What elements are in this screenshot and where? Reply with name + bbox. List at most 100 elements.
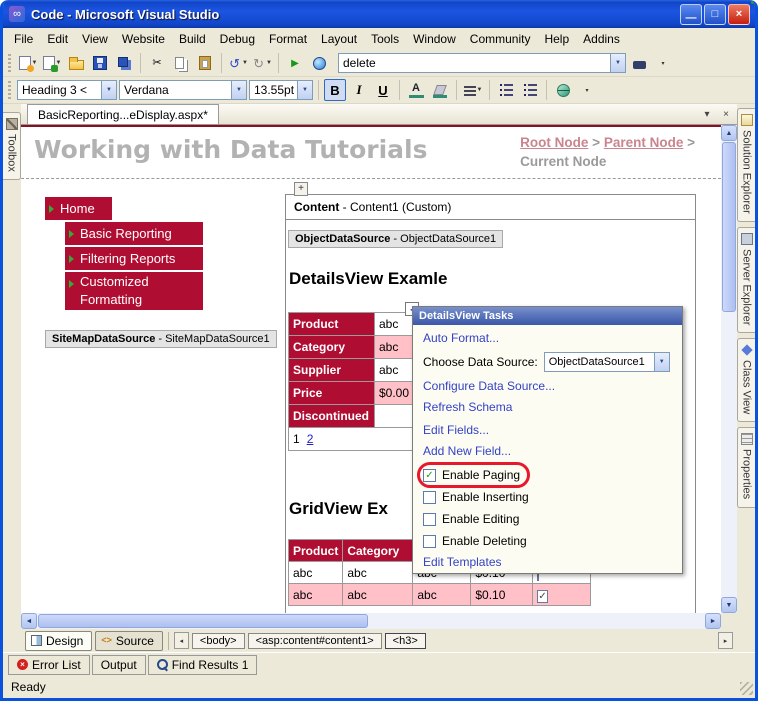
horizontal-scroll-thumb[interactable] bbox=[38, 614, 368, 628]
highlight-button[interactable] bbox=[429, 79, 451, 101]
chevron-down-icon[interactable]: ▼ bbox=[231, 81, 246, 99]
document-tab[interactable]: BasicReporting...eDisplay.aspx* bbox=[27, 104, 219, 124]
menu-layout[interactable]: Layout bbox=[314, 29, 364, 49]
minimize-button[interactable]: — bbox=[680, 3, 702, 25]
menu-debug[interactable]: Debug bbox=[213, 29, 262, 49]
enable-editing-checkbox[interactable] bbox=[423, 512, 436, 526]
style-combobox[interactable]: Heading 3 < ▼ bbox=[17, 80, 117, 100]
italic-button[interactable]: I bbox=[348, 79, 370, 101]
enable-inserting-checkbox[interactable] bbox=[423, 490, 436, 504]
hyperlink-button[interactable] bbox=[552, 79, 574, 101]
undo-button[interactable]: ↺ ▼ bbox=[227, 52, 249, 74]
bullet-list-button[interactable] bbox=[519, 79, 541, 101]
cut-button[interactable]: ✂ bbox=[146, 52, 168, 74]
paste-button[interactable] bbox=[194, 52, 216, 74]
chevron-down-icon[interactable]: ▼ bbox=[610, 54, 625, 72]
font-combobox[interactable]: Verdana ▼ bbox=[119, 80, 247, 100]
design-view-tab[interactable]: Design bbox=[25, 630, 93, 651]
edit-templates-link[interactable]: Edit Templates bbox=[423, 555, 672, 569]
enable-paging-checkbox[interactable]: ✓ bbox=[423, 468, 436, 482]
find-results-tab[interactable]: Find Results 1 bbox=[147, 654, 258, 675]
menu-addins[interactable]: Addins bbox=[576, 29, 627, 49]
toolbar-overflow-button[interactable]: ▾ bbox=[652, 52, 674, 74]
document-list-dropdown[interactable]: ▾ bbox=[700, 109, 714, 120]
solution-explorer-tab[interactable]: Solution Explorer bbox=[737, 108, 755, 222]
scroll-down-button[interactable]: ▼ bbox=[721, 597, 737, 613]
refresh-schema-link[interactable]: Refresh Schema bbox=[423, 400, 672, 414]
nav-item-filtering-reports[interactable]: Filtering Reports bbox=[65, 247, 203, 270]
copy-button[interactable] bbox=[170, 52, 192, 74]
tag-asp-content-button[interactable]: <asp:content#content1> bbox=[247, 632, 382, 649]
menu-help[interactable]: Help bbox=[537, 29, 576, 49]
view-in-browser-button[interactable] bbox=[308, 52, 330, 74]
edit-fields-link[interactable]: Edit Fields... bbox=[423, 423, 672, 437]
alignment-button[interactable]: ▼ bbox=[462, 79, 484, 101]
menu-edit[interactable]: Edit bbox=[40, 29, 75, 49]
maximize-button[interactable]: □ bbox=[704, 3, 726, 25]
error-list-tab[interactable]: × Error List bbox=[8, 654, 90, 675]
enable-deleting-checkbox[interactable] bbox=[423, 534, 436, 548]
menu-window[interactable]: Window bbox=[406, 29, 463, 49]
scroll-up-button[interactable]: ▲ bbox=[721, 125, 737, 141]
numbered-list-button[interactable] bbox=[495, 79, 517, 101]
font-color-button[interactable]: A bbox=[405, 79, 427, 101]
scroll-left-button[interactable]: ◄ bbox=[21, 613, 37, 629]
chevron-down-icon[interactable]: ▼ bbox=[101, 81, 116, 99]
toolbar-overflow-button[interactable]: ▾ bbox=[576, 79, 598, 101]
breadcrumb-root-link[interactable]: Root Node bbox=[520, 135, 588, 150]
menu-format[interactable]: Format bbox=[262, 29, 314, 49]
underline-button[interactable]: U bbox=[372, 79, 394, 101]
menu-item-marker-icon bbox=[69, 280, 74, 288]
source-view-tab[interactable]: <> Source bbox=[95, 630, 163, 651]
new-website-button[interactable]: ▼ bbox=[17, 52, 39, 74]
discontinued-checkbox[interactable]: ✓ bbox=[537, 589, 548, 603]
find-combobox[interactable]: delete ▼ bbox=[338, 53, 626, 73]
save-button[interactable] bbox=[89, 52, 111, 74]
toolbox-tab[interactable]: Toolbox bbox=[3, 112, 21, 180]
add-new-field-link[interactable]: Add New Field... bbox=[423, 444, 672, 458]
save-all-button[interactable] bbox=[113, 52, 135, 74]
menu-website[interactable]: Website bbox=[115, 29, 172, 49]
menu-build[interactable]: Build bbox=[172, 29, 213, 49]
chevron-down-icon[interactable]: ▼ bbox=[653, 353, 669, 371]
chevron-down-icon[interactable]: ▼ bbox=[297, 81, 312, 99]
close-document-button[interactable]: × bbox=[719, 109, 733, 120]
close-button[interactable]: × bbox=[728, 3, 750, 25]
start-debug-button[interactable]: ▶ bbox=[284, 52, 306, 74]
tag-nav-forward-button[interactable]: ▸ bbox=[718, 632, 733, 649]
server-explorer-tab[interactable]: Server Explorer bbox=[737, 226, 755, 334]
menu-file[interactable]: File bbox=[7, 29, 40, 49]
pager-page-2-link[interactable]: 2 bbox=[307, 432, 314, 446]
objectdatasource-control[interactable]: ObjectDataSource - ObjectDataSource1 bbox=[288, 230, 504, 248]
open-file-button[interactable] bbox=[65, 52, 87, 74]
output-tab[interactable]: Output bbox=[91, 654, 146, 675]
nav-item-basic-reporting[interactable]: Basic Reporting bbox=[65, 222, 203, 245]
properties-tab[interactable]: Properties bbox=[737, 427, 755, 508]
sitemapdatasource-control[interactable]: SiteMapDataSource - SiteMapDataSource1 bbox=[45, 330, 277, 348]
tag-body-button[interactable]: <body> bbox=[191, 632, 245, 649]
add-new-item-button[interactable]: ▼ bbox=[41, 52, 63, 74]
font-size-combobox[interactable]: 13.55pt ▼ bbox=[249, 80, 313, 100]
detailsview-control[interactable]: Product abc Category abc Supplier abc Pr… bbox=[288, 312, 422, 451]
nav-item-home[interactable]: Home bbox=[45, 197, 112, 220]
menu-community[interactable]: Community bbox=[463, 29, 538, 49]
find-in-files-button[interactable] bbox=[628, 52, 650, 74]
data-source-combobox[interactable]: ObjectDataSource1 ▼ bbox=[543, 352, 670, 372]
class-view-tab[interactable]: Class View bbox=[737, 338, 755, 423]
menu-tools[interactable]: Tools bbox=[364, 29, 406, 49]
menu-view[interactable]: View bbox=[75, 29, 115, 49]
tasks-panel-title: DetailsView Tasks bbox=[413, 307, 682, 325]
bold-button[interactable]: B bbox=[324, 79, 346, 101]
breadcrumb-parent-link[interactable]: Parent Node bbox=[604, 135, 684, 150]
move-handle-icon[interactable]: + bbox=[294, 182, 308, 196]
tag-nav-back-button[interactable]: ◂ bbox=[173, 632, 189, 649]
redo-button[interactable]: ↻ ▼ bbox=[251, 52, 273, 74]
resize-grip[interactable] bbox=[740, 682, 753, 695]
vertical-scroll-thumb[interactable] bbox=[722, 142, 736, 312]
nav-item-customized-formatting[interactable]: Customized Formatting bbox=[65, 272, 203, 310]
properties-icon bbox=[740, 433, 753, 446]
configure-data-source-link[interactable]: Configure Data Source... bbox=[423, 379, 672, 393]
auto-format-link[interactable]: Auto Format... bbox=[423, 331, 672, 345]
scroll-right-button[interactable]: ► bbox=[705, 613, 721, 629]
tag-h3-button[interactable]: <h3> bbox=[384, 632, 426, 649]
